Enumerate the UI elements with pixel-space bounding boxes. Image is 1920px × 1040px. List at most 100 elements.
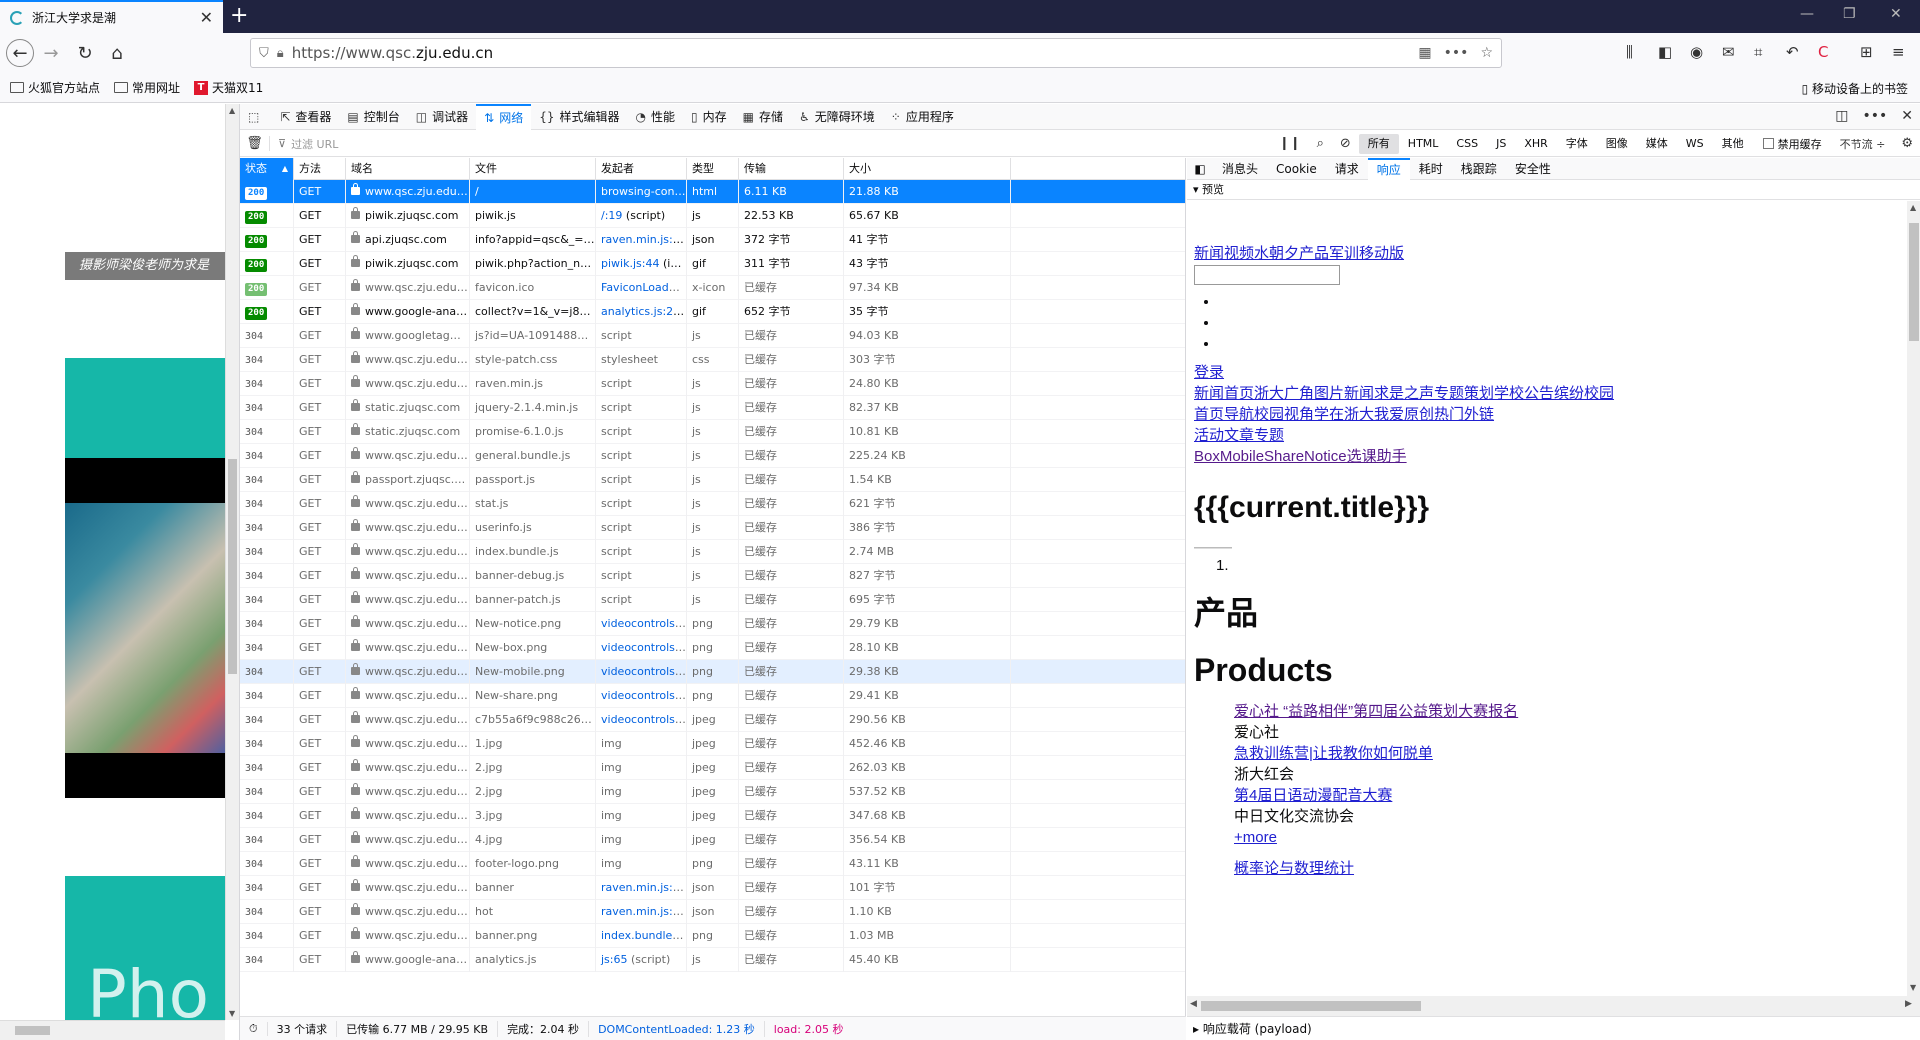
column-header-status[interactable]: 状态 ▲: [240, 158, 294, 180]
column-header-file[interactable]: 文件: [470, 158, 596, 180]
url-bar[interactable]: ⛉ 🔒︎ https://www.qsc.zju.edu.cn ▦ ••• ☆: [250, 38, 1502, 68]
request-row[interactable]: 304 GET passport.zjuqsc.com passport.js scri…: [240, 467, 1185, 492]
tab-storage[interactable]: ▦ 存储: [735, 104, 791, 130]
column-header-method[interactable]: 方法: [294, 158, 346, 180]
request-row[interactable]: 304 GET www.qsc.zju.edu.cn banner raven.min.…: [240, 875, 1185, 900]
element-picker-icon[interactable]: ⬚: [240, 104, 272, 130]
tab-application[interactable]: ⁘ 应用程序: [883, 104, 962, 130]
tab-inspector[interactable]: ⇱ 查看器: [272, 104, 339, 130]
filter-media[interactable]: 媒体: [1637, 134, 1677, 154]
tab-response[interactable]: 响应: [1367, 158, 1410, 180]
block-icon[interactable]: ⊘: [1332, 136, 1359, 151]
filter-all[interactable]: 所有: [1358, 133, 1399, 154]
request-row[interactable]: 304 GET static.zjuqsc.com promise-6.1.0.js s…: [240, 419, 1185, 444]
column-header-initiator[interactable]: 发起者: [596, 158, 687, 180]
request-row[interactable]: 304 GET www.qsc.zju.edu.cn New-share.png vid…: [240, 683, 1185, 708]
preview-product-link-1[interactable]: 爱心社 “益路相伴”第四届公益策划大赛报名: [1234, 703, 1518, 720]
preview-nav-links[interactable]: 新闻视频水朝夕产品军训移动版: [1194, 245, 1404, 262]
close-tab-icon[interactable]: ✕: [200, 8, 213, 27]
preview-link-row-2[interactable]: 首页导航校园视角学在浙大我爱原创热门外链: [1194, 406, 1494, 423]
tab-headers[interactable]: 消息头: [1213, 158, 1267, 180]
preview-horizontal-scrollbar[interactable]: ◀ ▶: [1187, 996, 1920, 1016]
request-row[interactable]: 200 GET www.qsc.zju.edu.cn favicon.ico Favic…: [240, 275, 1185, 300]
dock-icon[interactable]: ◫: [1835, 108, 1848, 124]
preview-more-link[interactable]: +more: [1234, 829, 1277, 846]
addons-icon[interactable]: ⊞: [1860, 43, 1873, 61]
request-row[interactable]: 304 GET www.qsc.zju.edu.cn raven.min.js scri…: [240, 371, 1185, 396]
filter-ws[interactable]: WS: [1677, 134, 1713, 154]
qr-code-icon[interactable]: ▦: [1418, 45, 1431, 61]
preview-product-link-3[interactable]: 第4届日语动漫配音大赛: [1234, 787, 1392, 804]
minimize-icon[interactable]: —: [1800, 6, 1814, 22]
request-row[interactable]: 304 GET www.qsc.zju.edu.cn footer-logo.png i…: [240, 851, 1185, 876]
request-row[interactable]: 304 GET www.qsc.zju.edu.cn general.bundle.j…: [240, 443, 1185, 468]
column-header-type[interactable]: 类型: [687, 158, 739, 180]
home-button[interactable]: ⌂: [103, 39, 131, 67]
request-row[interactable]: 304 GET www.qsc.zju.edu.cn c7b55a6f9c988c26…: [240, 707, 1185, 732]
preview-link-row-3[interactable]: 活动文章专题: [1194, 427, 1284, 444]
tab-network[interactable]: ⇅ 网络: [476, 103, 532, 130]
request-row[interactable]: 304 GET static.zjuqsc.com jquery-2.1.4.min.…: [240, 395, 1185, 420]
shield-icon[interactable]: ⛉: [259, 46, 269, 61]
bookmark-tmall[interactable]: T 天猫双11: [194, 79, 263, 96]
pause-icon[interactable]: ❙❙: [1271, 136, 1309, 151]
request-row[interactable]: 304 GET www.qsc.zju.edu.cn style-patch.css s…: [240, 347, 1185, 372]
preview-link-row-1[interactable]: 新闻首页浙大广角图片新闻求是之声专题策划学校公告缤纷校园: [1194, 385, 1614, 402]
filter-xhr[interactable]: XHR: [1515, 134, 1556, 154]
request-row[interactable]: 304 GETwww.googletagmana...js?id=UA-10914…: [240, 323, 1185, 348]
preview-cutoff-link[interactable]: 概率论与数理统计: [1234, 860, 1354, 877]
account-icon[interactable]: ◉: [1690, 43, 1703, 61]
new-tab-button[interactable]: +: [230, 4, 248, 28]
back-button[interactable]: ←: [6, 39, 34, 67]
bookmark-folder-common[interactable]: 常用网址: [114, 79, 180, 96]
library-icon[interactable]: ⫼: [1626, 43, 1633, 61]
url-text[interactable]: https://www.qsc.zju.edu.cn: [292, 44, 1407, 62]
close-devtools-icon[interactable]: ✕: [1901, 108, 1913, 124]
filter-images[interactable]: 图像: [1597, 134, 1637, 154]
request-row[interactable]: 304 GET www.qsc.zju.edu.cn banner-debug.js s…: [240, 563, 1185, 588]
filter-js[interactable]: JS: [1487, 134, 1515, 154]
request-row[interactable]: 200 GET piwik.zjuqsc.com piwik.php?action_n…: [240, 251, 1185, 276]
tab-cookies[interactable]: Cookie: [1267, 158, 1326, 180]
toggle-sidebar-icon[interactable]: ◧: [1187, 162, 1213, 176]
screenshot-icon[interactable]: ⌗: [1754, 43, 1762, 61]
request-row[interactable]: 200 GET piwik.zjuqsc.com piwik.js/:19 (scri…: [240, 203, 1185, 228]
filter-fonts[interactable]: 字体: [1557, 134, 1597, 154]
request-row[interactable]: 304 GET www.qsc.zju.edu.cn hot raven.min.js:…: [240, 899, 1185, 924]
tab-request[interactable]: 请求: [1326, 158, 1368, 180]
filter-html[interactable]: HTML: [1399, 134, 1448, 154]
page-horizontal-scrollbar[interactable]: [0, 1020, 225, 1040]
extension-icon[interactable]: C: [1818, 43, 1828, 61]
preview-link-row-4[interactable]: BoxMobileShareNotice选课助手: [1194, 448, 1407, 465]
request-row[interactable]: 304 GET www.google-analy... analytics.js js:…: [240, 947, 1185, 972]
bookmark-star-icon[interactable]: ☆: [1480, 45, 1493, 61]
preview-search-input[interactable]: [1194, 265, 1340, 285]
response-payload-toggle[interactable]: ▸ 响应载荷 (payload): [1187, 1016, 1920, 1040]
request-row[interactable]: 304 GET www.qsc.zju.edu.cn banner-patch.js s…: [240, 587, 1185, 612]
reload-button[interactable]: ↻: [71, 39, 99, 67]
column-header-transfer[interactable]: 传输: [739, 158, 844, 180]
throttle-select[interactable]: 不节流 ÷: [1832, 136, 1894, 152]
close-window-icon[interactable]: ✕: [1890, 6, 1902, 22]
restore-icon[interactable]: ❐: [1843, 6, 1856, 22]
request-row[interactable]: 304 GET www.qsc.zju.edu.cn stat.js script js 已…: [240, 491, 1185, 516]
request-row[interactable]: 200 GETwww.qsc.zju.edu.cn/browsing-contex…: [240, 179, 1185, 204]
request-row[interactable]: 304 GET www.qsc.zju.edu.cn userinfo.js scrip…: [240, 515, 1185, 540]
request-row[interactable]: 200 GET www.google-analy... collect?v=1&_v=…: [240, 299, 1185, 324]
request-row[interactable]: 304 GET www.qsc.zju.edu.cn 2.jpg img jpeg 已缓存 2…: [240, 755, 1185, 780]
page-vertical-scrollbar[interactable]: ▲ ▼: [225, 104, 239, 1020]
sidebar-icon[interactable]: ◧: [1658, 43, 1672, 61]
clear-requests-icon[interactable]: 🗑︎: [240, 136, 270, 151]
filter-url-input[interactable]: ⊽ 过滤 URL: [270, 136, 1271, 152]
preview-login-link[interactable]: 登录: [1194, 364, 1224, 381]
request-row[interactable]: 304 GET www.qsc.zju.edu.cn 4.jpg img jpeg 已缓存 3…: [240, 827, 1185, 852]
chat-icon[interactable]: ✉: [1722, 43, 1735, 61]
menu-icon[interactable]: ≡: [1892, 43, 1905, 61]
browser-tab[interactable]: 浙江大学求是潮 ✕: [0, 0, 223, 33]
column-header-domain[interactable]: 域名: [346, 158, 470, 180]
bookmark-folder-firefox[interactable]: 火狐官方站点: [10, 79, 100, 96]
search-icon[interactable]: ⌕: [1309, 136, 1332, 151]
request-row[interactable]: 304 GET www.qsc.zju.edu.cn index.bundle.js s…: [240, 539, 1185, 564]
request-row[interactable]: 304 GET www.qsc.zju.edu.cn 2.jpg img jpeg 已缓存 5…: [240, 779, 1185, 804]
request-row[interactable]: 200 GETapi.zjuqsc.cominfo?appid=qsc&_=160…: [240, 227, 1185, 252]
